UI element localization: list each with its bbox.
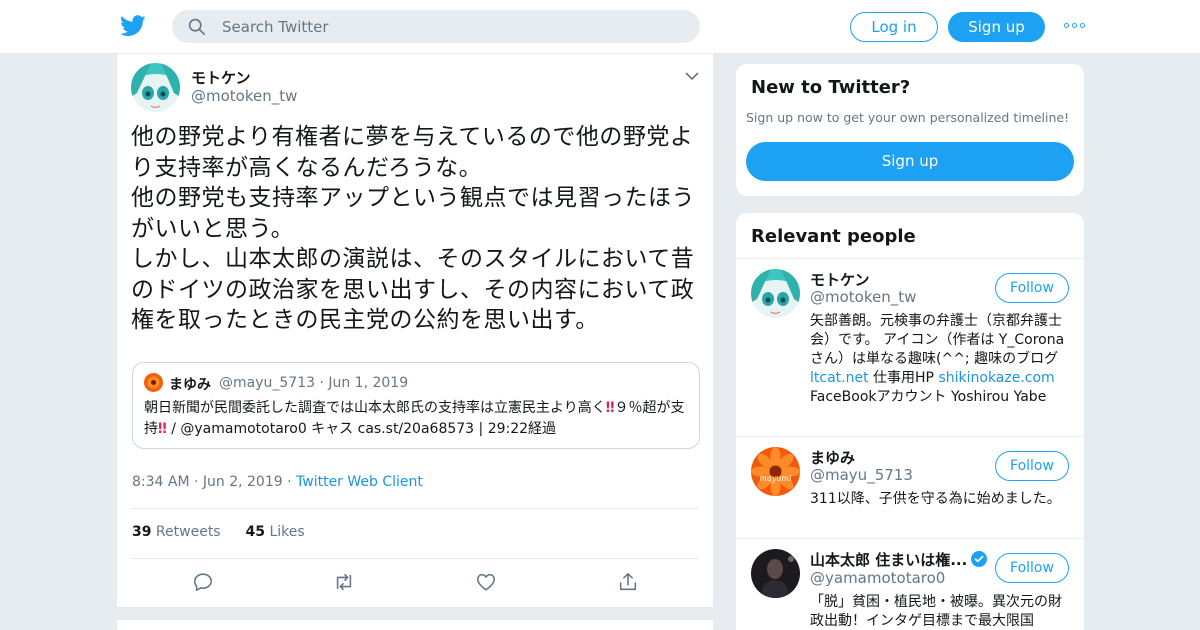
author-handle[interactable]: @motoken_tw [191,87,297,105]
search-icon [188,18,206,36]
signup-button[interactable]: Sign up [948,12,1045,42]
verified-badge-icon [971,551,988,567]
person-bio: 「脱」貧困・植民地・被曝。異次元の財政出動！インタゲ目標まで最大限国 [810,594,1062,629]
person-name[interactable]: 山本太郎 住まいは権... [810,549,988,570]
quoted-text-part: 朝日新聞が民間委託した調査では山本太郎氏の支持率は立憲民主より高く [144,400,606,416]
follow-button[interactable]: Follow [995,553,1069,583]
author-avatar[interactable] [131,63,180,112]
person-name[interactable]: まゆみ [810,447,855,468]
login-button[interactable]: Log in [850,12,938,42]
quoted-text-part: / @yamamototaro0 キャス cas.st/20a68573 | 2… [166,421,557,437]
reply-icon[interactable] [192,571,214,593]
quoted-author-avatar [144,373,163,392]
follow-button[interactable]: Follow [995,451,1069,481]
person-avatar[interactable]: mayumi [751,447,800,496]
divider [131,508,699,509]
retweets-label: Retweets [151,524,221,540]
person-name[interactable]: モトケン [810,269,870,290]
retweet-icon[interactable] [333,571,355,593]
divider [131,558,699,559]
quoted-author-name: まゆみ [169,377,211,393]
retweets-count: 39 [132,524,152,540]
new-to-twitter-title: New to Twitter? [751,77,911,98]
person-item[interactable]: モトケン @motoken_tw Follow 矢部善朗。元検事の弁護士（京都弁… [736,259,1084,436]
person-bio: 311以降、子供を守る為に始めました。 [810,491,1061,507]
like-heart-icon[interactable] [475,571,497,593]
more-options-icon[interactable] [1064,23,1086,31]
person-name-text: 山本太郎 住まいは権... [810,551,968,569]
new-to-twitter-subtitle: Sign up now to get your own personalized… [746,110,1070,125]
person-handle[interactable]: @motoken_tw [810,288,916,306]
bio-text: 仕事用HP [868,370,939,386]
person-avatar[interactable] [751,549,800,598]
tweet-stats: 39 Retweets 45 Likes [132,524,305,540]
bio-text: FaceBookアカウント Yoshirou Yabe [810,389,1047,405]
bio-link[interactable]: ltcat.net [810,370,869,386]
person-handle[interactable]: @yamamototaro0 [810,569,945,587]
next-tweet-card [116,620,714,630]
search-input[interactable] [222,10,682,43]
chevron-down-icon[interactable] [685,71,699,81]
quoted-handle-date: @mayu_5713 · Jun 1, 2019 [219,375,409,391]
avatar-text: mayumi [759,474,792,483]
author-name[interactable]: モトケン [191,67,251,88]
relevant-people-card: Relevant people モトケン @motoken_tw Follow … [735,212,1085,630]
search-bar[interactable] [172,10,700,43]
likes-label: Likes [265,524,305,540]
person-item[interactable]: mayumi まゆみ @mayu_5713 Follow 311以降、子供を守る… [736,437,1084,538]
follow-button[interactable]: Follow [995,273,1069,303]
share-icon[interactable] [617,571,639,593]
twitter-bird-icon[interactable] [120,14,146,38]
double-exclamation-icon: ‼ [158,421,167,437]
new-to-twitter-card: New to Twitter? Sign up now to get your … [735,63,1085,197]
tweet-metadata: 8:34 AM · Jun 2, 2019 · Twitter Web Clie… [132,474,423,490]
bio-link[interactable]: shikinokaze.com [938,370,1054,386]
timeline-gap [116,608,714,620]
double-exclamation-icon: ‼ [605,400,615,416]
bio-text: 矢部善朗。元検事の弁護士（京都弁護士会）です。 アイコン（作者は Y_Coron… [810,313,1065,367]
person-handle[interactable]: @mayu_5713 [810,466,913,484]
likes-count: 45 [245,524,265,540]
tweet-client-link[interactable]: Twitter Web Client [296,474,423,490]
tweet-text: 他の野党より有権者に夢を与えているので他の野党より支持率が高くなるんだろうな。 … [131,124,695,333]
person-item[interactable]: 山本太郎 住まいは権... @yamamototaro0 Follow 「脱」貧… [736,539,1084,630]
sidebar-signup-button[interactable]: Sign up [746,142,1074,181]
tweet-timestamp[interactable]: 8:34 AM · Jun 2, 2019 · [132,474,296,490]
relevant-people-title: Relevant people [751,226,916,247]
quoted-text: 朝日新聞が民間委託した調査では山本太郎氏の支持率は立憲民主より高く‼９％超が支持… [144,398,692,440]
quoted-tweet[interactable]: まゆみ @mayu_5713 · Jun 1, 2019 朝日新聞が民間委託した… [132,362,700,449]
person-avatar[interactable] [751,269,800,318]
likes-stat[interactable]: 45 Likes [246,524,305,540]
retweets-stat[interactable]: 39 Retweets [132,524,221,540]
top-navigation-bar: Log in Sign up [0,0,1200,54]
tweet-card: モトケン @motoken_tw 他の野党より有権者に夢を与えているので他の野党… [116,54,714,608]
person-bio: 矢部善朗。元検事の弁護士（京都弁護士会）です。 アイコン（作者は Y_Coron… [810,312,1072,407]
